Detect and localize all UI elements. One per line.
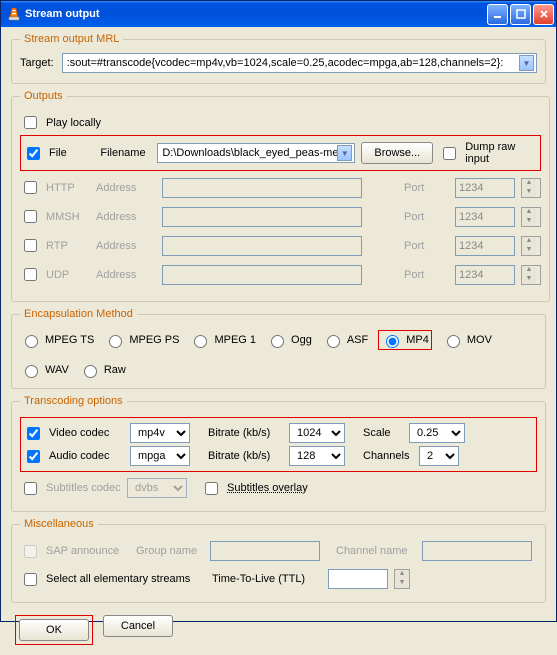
encap-mpegts-radio[interactable]	[25, 335, 38, 348]
cancel-button[interactable]: Cancel	[103, 615, 173, 637]
encap-asf-radio[interactable]	[327, 335, 340, 348]
rtp-port-input[interactable]	[455, 236, 515, 256]
udp-port-input[interactable]	[455, 265, 515, 285]
subtitles-codec-select[interactable]: dvbs	[127, 478, 187, 498]
outputs-legend: Outputs	[20, 90, 67, 102]
app-icon	[7, 7, 21, 21]
ok-button[interactable]: OK	[19, 619, 89, 641]
ttl-input[interactable]	[328, 569, 388, 589]
scale-select[interactable]: 0.25	[409, 423, 465, 443]
mmsh-port-input[interactable]	[455, 207, 515, 227]
transcode-legend: Transcoding options	[20, 395, 127, 407]
http-checkbox[interactable]	[24, 181, 37, 194]
misc-group: Miscellaneous SAP announce Group name Ch…	[11, 518, 546, 603]
group-name-input[interactable]	[210, 541, 320, 561]
channel-name-label: Channel name	[336, 545, 416, 557]
dump-raw-label: Dump raw input	[465, 141, 538, 165]
mmsh-checkbox[interactable]	[24, 210, 37, 223]
target-value: :sout=#transcode{vcodec=mp4v,vb=1024,sca…	[67, 57, 519, 69]
play-locally-checkbox[interactable]	[24, 116, 37, 129]
video-bitrate-select[interactable]: 1024	[289, 423, 345, 443]
target-combo[interactable]: :sout=#transcode{vcodec=mp4v,vb=1024,sca…	[62, 53, 537, 73]
ttl-label: Time-To-Live (TTL)	[212, 573, 322, 585]
video-codec-label: Video codec	[49, 427, 124, 439]
audio-codec-checkbox[interactable]	[27, 450, 40, 463]
rtp-port-spinner[interactable]: ▲▼	[521, 236, 541, 256]
close-button[interactable]	[533, 4, 554, 25]
target-label: Target:	[20, 57, 54, 69]
transcode-group: Transcoding options Video codec mp4v Bit…	[11, 395, 546, 512]
select-all-checkbox[interactable]	[24, 573, 37, 586]
mmsh-address-input[interactable]	[162, 207, 362, 227]
file-checkbox[interactable]	[27, 147, 40, 160]
subtitles-overlay-checkbox[interactable]	[205, 482, 218, 495]
port-label: Port	[404, 182, 449, 194]
encap-wav-radio[interactable]	[25, 365, 38, 378]
rtp-label: RTP	[46, 240, 68, 252]
encap-mp4-radio[interactable]	[386, 335, 399, 348]
outputs-group: Outputs Play locally File Filename D:\Do…	[11, 90, 550, 302]
scale-label: Scale	[363, 427, 403, 439]
misc-legend: Miscellaneous	[20, 518, 98, 530]
filename-label: Filename	[100, 147, 151, 159]
encap-mov-radio[interactable]	[447, 335, 460, 348]
rtp-address-input[interactable]	[162, 236, 362, 256]
udp-address-input[interactable]	[162, 265, 362, 285]
video-codec-checkbox[interactable]	[27, 427, 40, 440]
http-port-spinner[interactable]: ▲▼	[521, 178, 541, 198]
chevron-down-icon[interactable]: ▼	[519, 55, 534, 71]
select-all-label: Select all elementary streams	[46, 573, 206, 585]
encap-ogg-radio[interactable]	[271, 335, 284, 348]
titlebar[interactable]: Stream output	[1, 1, 556, 27]
http-label: HTTP	[46, 182, 75, 194]
chevron-down-icon[interactable]: ▼	[337, 145, 352, 161]
filename-combo[interactable]: D:\Downloads\black_eyed_peas-mec ▼	[157, 143, 355, 163]
window-title: Stream output	[25, 8, 487, 20]
dump-raw-checkbox[interactable]	[443, 147, 456, 160]
encap-group: Encapsulation Method MPEG TS MPEG PS MPE…	[11, 308, 546, 389]
encap-legend: Encapsulation Method	[20, 308, 137, 320]
udp-port-spinner[interactable]: ▲▼	[521, 265, 541, 285]
udp-checkbox[interactable]	[24, 268, 37, 281]
ttl-spinner[interactable]: ▲▼	[394, 569, 410, 589]
stream-output-window: Stream output Stream output MRL Target: …	[0, 0, 557, 622]
subtitles-overlay-label: Subtitles overlay	[227, 482, 308, 494]
channel-name-input[interactable]	[422, 541, 532, 561]
video-codec-select[interactable]: mp4v	[130, 423, 190, 443]
udp-label: UDP	[46, 269, 69, 281]
audio-bitrate-select[interactable]: 128	[289, 446, 345, 466]
encap-mpegps-radio[interactable]	[109, 335, 122, 348]
http-address-input[interactable]	[162, 178, 362, 198]
audio-codec-select[interactable]: mpga	[130, 446, 190, 466]
video-bitrate-label: Bitrate (kb/s)	[208, 427, 283, 439]
http-port-input[interactable]	[455, 178, 515, 198]
audio-codec-label: Audio codec	[49, 450, 124, 462]
encap-raw-radio[interactable]	[84, 365, 97, 378]
sap-checkbox[interactable]	[24, 545, 37, 558]
sap-label: SAP announce	[46, 545, 130, 557]
mrl-group: Stream output MRL Target: :sout=#transco…	[11, 33, 546, 84]
mrl-legend: Stream output MRL	[20, 33, 123, 45]
channels-label: Channels	[363, 450, 413, 462]
file-label: File	[49, 147, 94, 159]
rtp-checkbox[interactable]	[24, 239, 37, 252]
play-locally-label: Play locally	[46, 117, 101, 129]
mmsh-port-spinner[interactable]: ▲▼	[521, 207, 541, 227]
browse-button[interactable]: Browse...	[361, 142, 433, 164]
maximize-button[interactable]	[510, 4, 531, 25]
filename-value: D:\Downloads\black_eyed_peas-mec	[162, 147, 337, 159]
audio-bitrate-label: Bitrate (kb/s)	[208, 450, 283, 462]
encap-mpeg1-radio[interactable]	[194, 335, 207, 348]
subtitles-codec-label: Subtitles codec	[46, 482, 121, 494]
subtitles-codec-checkbox[interactable]	[24, 482, 37, 495]
channels-select[interactable]: 2	[419, 446, 459, 466]
group-name-label: Group name	[136, 545, 204, 557]
minimize-button[interactable]	[487, 4, 508, 25]
mmsh-label: MMSH	[46, 211, 80, 223]
address-label: Address	[96, 182, 156, 194]
